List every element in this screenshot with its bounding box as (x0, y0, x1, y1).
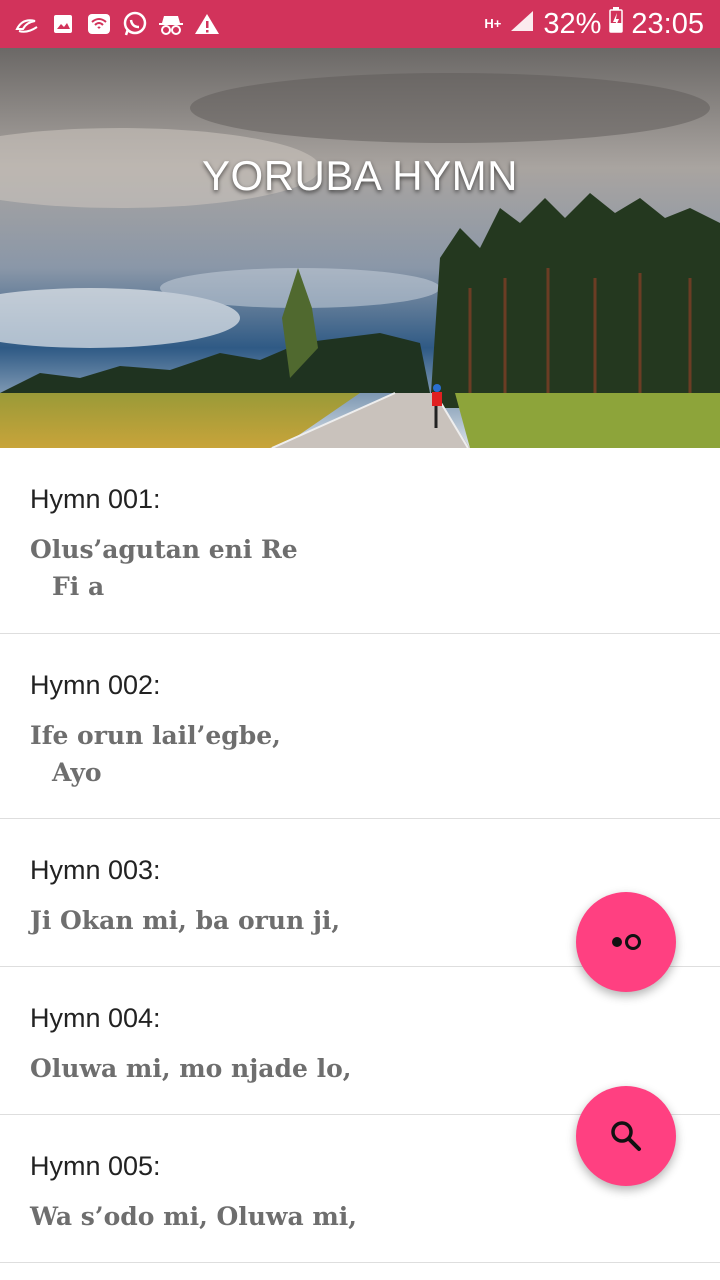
image-icon (50, 11, 76, 37)
hymn-number: Hymn 003: (30, 855, 161, 885)
hymn-first-line: Ife orun lail’egbe, (30, 721, 281, 750)
hymn-first-line: Oluwa mi, mo njade lo, (30, 1054, 352, 1083)
battery-percent: 32% (543, 7, 602, 40)
warning-icon (194, 11, 220, 37)
hymn-second-line: Ayo (52, 758, 102, 787)
hymn-first-line: Wa s’odo mi, Oluwa mi, (30, 1202, 358, 1231)
search-button[interactable] (576, 1086, 676, 1186)
landscape-image (0, 48, 720, 448)
search-icon (611, 1121, 641, 1151)
battery-charging-icon (609, 7, 624, 41)
toggle-dots-icon (612, 934, 641, 950)
hymn-first-line: Olus’agutan eni Re (30, 535, 298, 564)
list-item[interactable]: Hymn 001: Olus’agutan eni Re Fi a (0, 448, 720, 634)
network-type: H+ (484, 16, 502, 31)
toggle-view-button[interactable] (576, 892, 676, 992)
hymn-number: Hymn 004: (30, 1003, 161, 1033)
whatsapp-icon (122, 11, 148, 37)
status-bar: H+ 32% 23:05 (0, 0, 720, 48)
system-indicators: H+ 32% 23:05 (484, 7, 704, 41)
hymn-number: Hymn 002: (30, 670, 161, 700)
hymn-second-line: Fi a (52, 572, 105, 601)
header-image: YORUBA HYMN (0, 48, 720, 448)
app-title: YORUBA HYMN (202, 152, 518, 199)
bird-icon (14, 11, 40, 37)
incognito-icon (158, 11, 184, 37)
clock: 23:05 (631, 7, 704, 40)
wifi-icon (86, 11, 112, 37)
hymn-number: Hymn 001: (30, 484, 161, 514)
notification-icons (14, 11, 220, 37)
list-item[interactable]: Hymn 002: Ife orun lail’egbe, Ayo (0, 634, 720, 819)
signal-icon (509, 8, 535, 41)
